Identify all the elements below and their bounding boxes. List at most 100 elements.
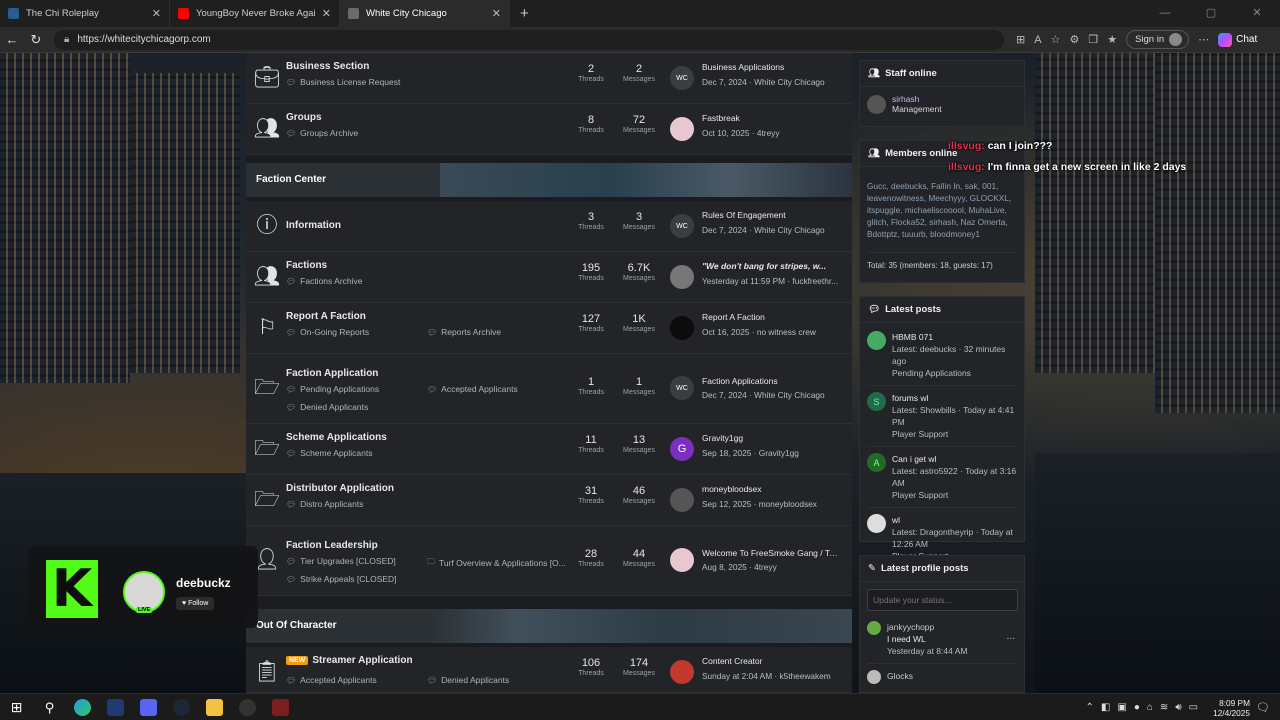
profile-post-item[interactable]: jankyychopp I need WL Yesterday at 8:44 AM… (867, 615, 1017, 664)
last-post-title[interactable]: Content Creator (702, 656, 842, 666)
subforum-link[interactable]: 💬︎ Strike Appeals [CLOSED] (286, 574, 397, 584)
subforum-link[interactable]: 💬︎ Scheme Applicants (286, 448, 372, 458)
steam-icon[interactable] (165, 694, 198, 720)
search-icon[interactable]: ⚲ (33, 694, 66, 720)
tab-white-city-chicago[interactable]: White City Chicago ✕ (340, 0, 510, 27)
last-post-title[interactable]: Faction Applications (702, 376, 842, 386)
latest-post-item[interactable]: HBMB 071 Latest: deebucks · 32 minutes ag… (867, 325, 1017, 386)
tray-app-icon[interactable]: ▣ (1117, 702, 1126, 713)
forum-node-factions[interactable]: 👥︎ Factions 💬︎ Factions Archive 195 Thread… (246, 252, 852, 303)
subforum-link[interactable]: 💬︎ Business License Request (286, 77, 400, 87)
sign-in-button[interactable]: Sign in (1126, 30, 1190, 49)
node-title[interactable]: Groups (286, 112, 322, 123)
avatar[interactable] (867, 94, 886, 114)
forum-node-faction-leadership[interactable]: 👤︎ Faction Leadership 💬︎ Tier Upgrades [C… (246, 526, 852, 596)
latest-post-item[interactable]: S forums wl Latest: Showbills · Today at … (867, 386, 1017, 447)
tab-youngboy[interactable]: YoungBoy Never Broke Again ✕ (170, 0, 340, 27)
avatar[interactable]: WC (670, 214, 694, 238)
read-aloud-icon[interactable]: A (1034, 34, 1041, 46)
refresh-icon[interactable]: ↻ (24, 32, 48, 48)
tray-app-icon[interactable]: ◧ (1101, 702, 1110, 713)
last-post-title[interactable]: Gravity1gg (702, 433, 842, 443)
subforum-link[interactable]: 💬︎ Accepted Applicants (427, 384, 518, 394)
new-tab-button[interactable]: + (510, 0, 539, 27)
last-post-title[interactable]: Business Applications (702, 62, 842, 72)
node-title[interactable]: NEW Streamer Application (286, 655, 413, 666)
chevron-up-icon[interactable]: ⌃ (1086, 702, 1094, 713)
avatar[interactable]: G (670, 437, 694, 461)
copilot-chat-button[interactable]: Chat (1218, 32, 1257, 47)
collections-icon[interactable]: ❒ (1088, 33, 1098, 46)
url-field[interactable]: 🔒︎ https://whitecitychicagorp.com (54, 29, 1004, 50)
subforum-link[interactable]: 💬︎ Tier Upgrades [CLOSED] (286, 556, 396, 566)
tab-the-chi-roleplay[interactable]: The Chi Roleplay ✕ (0, 0, 170, 27)
node-title[interactable]: Report A Faction (286, 311, 366, 322)
follow-button[interactable]: ♥ Follow (176, 597, 215, 610)
app-a-icon[interactable] (99, 694, 132, 720)
subforum-link[interactable]: 💬︎ Reports Archive (427, 327, 501, 337)
subforum-link[interactable]: 💬︎ Pending Applications (286, 384, 379, 394)
forum-node-groups[interactable]: 👥︎ Groups 💬︎ Groups Archive 8 Threads 72 Me… (246, 104, 852, 155)
clock[interactable]: 8:09 PM 12/4/2025 (1213, 698, 1250, 718)
minimize-icon[interactable]: — (1142, 0, 1188, 27)
start-button[interactable]: ⊞ (0, 694, 33, 720)
node-title[interactable]: Factions (286, 260, 327, 271)
edge-icon[interactable] (66, 694, 99, 720)
obs-icon[interactable] (231, 694, 264, 720)
app-icon[interactable]: ⊞ (1016, 33, 1025, 46)
close-icon[interactable]: ✕ (322, 7, 331, 20)
more-options-icon[interactable]: ⋯ (1007, 633, 1016, 644)
notification-icon[interactable]: 🗨 (1256, 701, 1270, 714)
node-title[interactable]: Business Section (286, 61, 369, 72)
subforum-link[interactable]: 💬︎ Groups Archive (286, 128, 358, 138)
last-post-title[interactable]: Rules Of Engagement (702, 210, 842, 220)
avatar[interactable] (670, 488, 694, 512)
subforum-link[interactable]: 💬︎ On-Going Reports (286, 327, 369, 337)
subforum-link[interactable]: 💬︎ Accepted Applicants (286, 675, 377, 685)
subforum-link[interactable]: 🗀 Turf Overview & Applications [O... (427, 556, 566, 570)
node-title[interactable]: Faction Application (286, 368, 378, 379)
maximize-icon[interactable]: ▢ (1188, 0, 1234, 27)
status-input[interactable] (867, 589, 1018, 611)
node-title[interactable]: Scheme Applications (286, 432, 387, 443)
extensions-icon[interactable]: ⚙ (1069, 33, 1079, 46)
last-post-title[interactable]: moneybloodsex (702, 484, 842, 494)
forum-node-distributor-application[interactable]: 🗁 Distributor Application 💬︎ Distro Appli… (246, 475, 852, 526)
avatar[interactable]: WC (670, 66, 694, 90)
avatar[interactable] (670, 117, 694, 141)
favorite-icon[interactable]: ☆ (1051, 33, 1061, 46)
forum-node-faction-application[interactable]: 🗁 Faction Application 💬︎ Pending Applicat… (246, 354, 852, 424)
network-icon[interactable]: ⌂ (1147, 702, 1153, 713)
last-post-title[interactable]: Fastbreak (702, 113, 842, 123)
subforum-link[interactable]: 💬︎ Distro Applicants (286, 499, 363, 509)
file-explorer-icon[interactable] (198, 694, 231, 720)
avatar[interactable] (670, 660, 694, 684)
staff-name[interactable]: sirhash (892, 94, 942, 104)
members-list[interactable]: Gucc, deebucks, Fallin In, sak, 001, lea… (867, 180, 1017, 240)
last-post-title[interactable]: Welcome To FreeSmoke Gang / Take... (702, 548, 842, 558)
latest-post-item[interactable]: A Can i get wl Latest: astro5922 · Today … (867, 447, 1017, 508)
forum-node-report-a-faction[interactable]: ⚐ Report A Faction 💬︎ On-Going Reports 💬︎… (246, 303, 852, 354)
avatar[interactable] (670, 265, 694, 289)
subforum-link[interactable]: 💬︎ Factions Archive (286, 276, 363, 286)
subforum-link[interactable]: 💬︎ Denied Applicants (286, 402, 368, 412)
volume-icon[interactable]: 🔊︎ (1175, 702, 1181, 713)
category-faction-center[interactable]: Faction Center (246, 163, 852, 197)
favorites-bar-icon[interactable]: ★ (1107, 33, 1117, 46)
close-icon[interactable]: ✕ (152, 7, 161, 20)
back-icon[interactable]: ← (0, 32, 24, 47)
more-icon[interactable]: ⋯ (1198, 33, 1209, 46)
battery-icon[interactable]: ▭ (1189, 702, 1198, 713)
forum-node-streamer-application[interactable]: 📋︎ NEW Streamer Application 💬︎ Accepted Ap… (246, 647, 852, 693)
forum-node-business-section[interactable]: 💼︎ Business Section 💬︎ Business License R… (246, 53, 852, 104)
last-post-title[interactable]: Report A Faction (702, 312, 842, 322)
close-window-icon[interactable]: ✕ (1234, 0, 1280, 27)
close-icon[interactable]: ✕ (492, 7, 501, 20)
node-title[interactable]: Information (286, 220, 341, 231)
avatar[interactable] (670, 548, 694, 572)
wifi-icon[interactable]: ≋ (1160, 702, 1168, 713)
avatar[interactable]: WC (670, 376, 694, 400)
subforum-link[interactable]: 💬︎ Denied Applicants (427, 675, 509, 685)
node-title[interactable]: Distributor Application (286, 483, 394, 494)
node-title[interactable]: Faction Leadership (286, 540, 378, 551)
